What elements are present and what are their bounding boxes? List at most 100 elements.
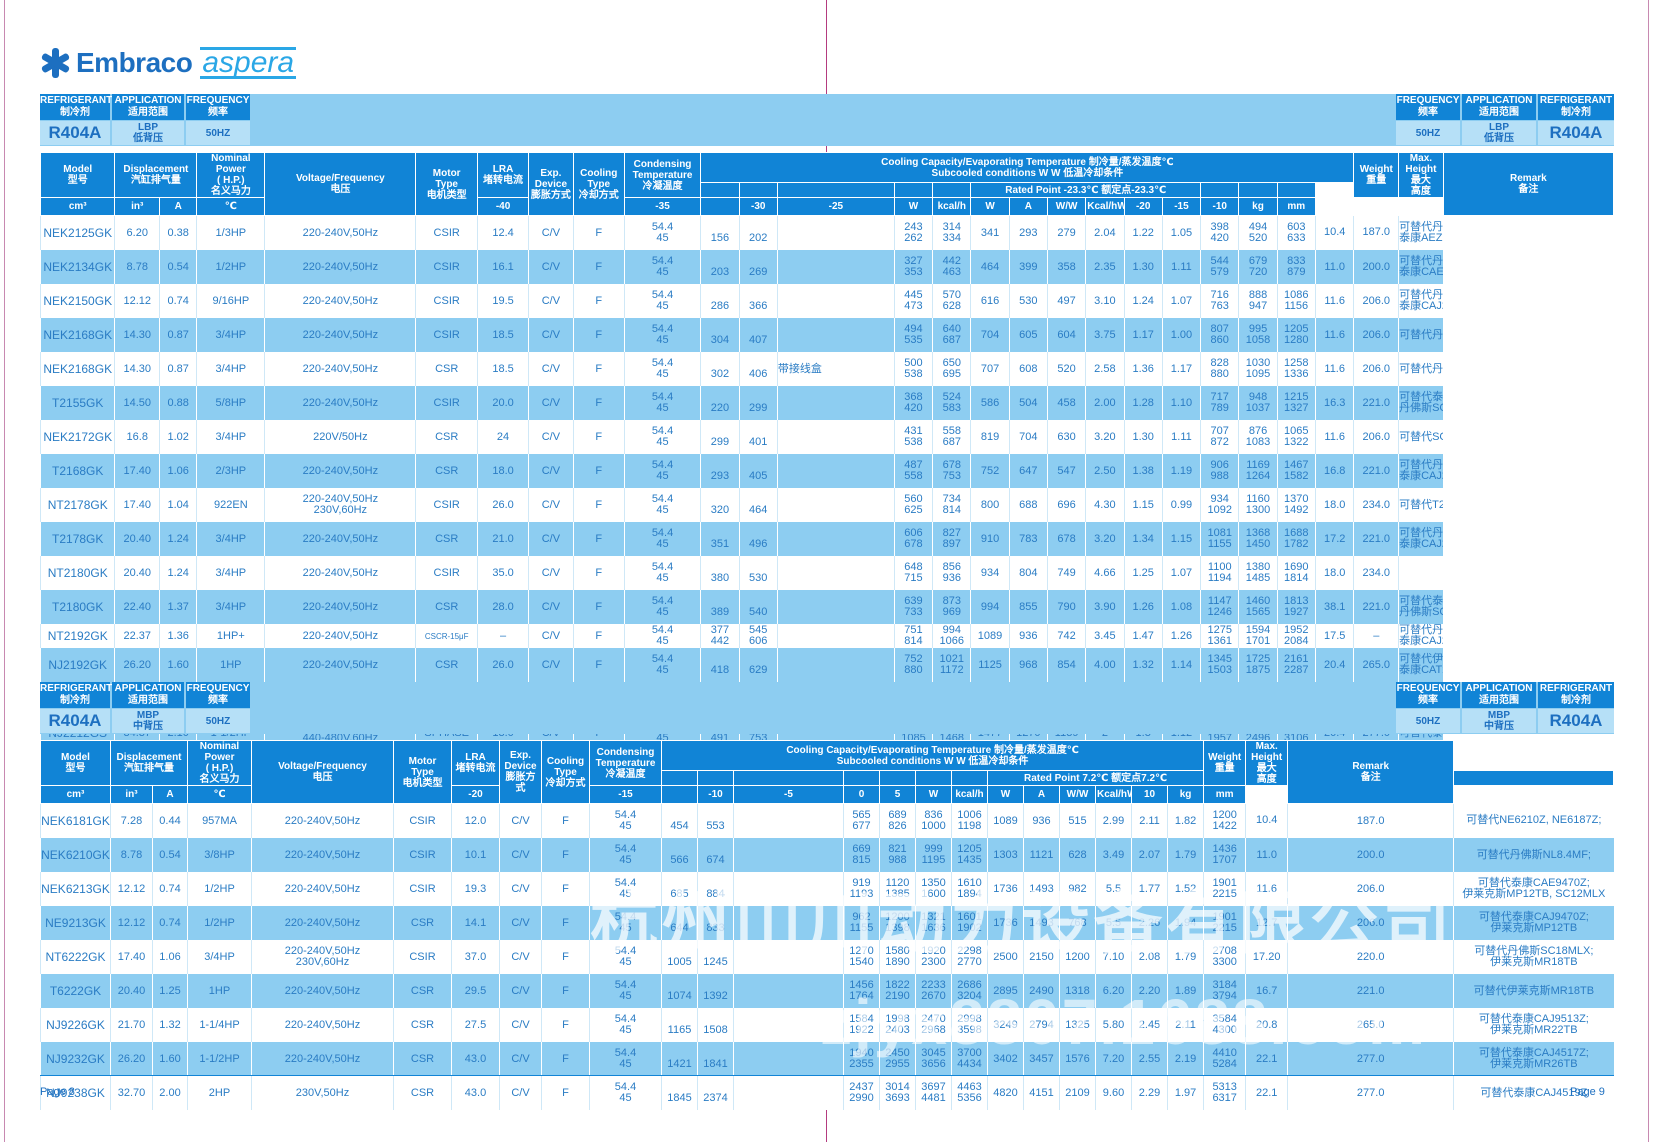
- cell-remark: 可替代丹佛斯SC12CL;泰康CAJ2428Z: [1398, 284, 1444, 318]
- cell-eer-ww: 1.77: [1131, 872, 1168, 906]
- temp-header-left-0: -20: [451, 785, 500, 804]
- cell-note: [776, 590, 895, 624]
- label-refrigerant-l: REFRIGERANT 制冷剂: [40, 682, 113, 708]
- capacity-subtitle: Subcooled conditions W W 低温冷却条件: [931, 167, 1124, 179]
- cell-temp-right-0: 1436 1707: [1203, 838, 1246, 872]
- cell-temp-right-0: 1901 2215: [1203, 872, 1246, 906]
- cell-current: 7.20: [1095, 1042, 1132, 1076]
- cell-eer-kcal: 1.17: [1161, 352, 1201, 386]
- temp-blank-mid: [893, 182, 934, 198]
- cell-lra: 18.5: [477, 352, 529, 386]
- cell-temp-3: 494 535: [893, 318, 933, 352]
- cell-hp: 957MA: [187, 803, 252, 838]
- cell-weight: 18.0: [1314, 556, 1354, 590]
- cell-temp-3: 445 473: [893, 284, 933, 318]
- cell-note: [733, 940, 844, 974]
- col-displacement: Displacement 汽缸排气量: [114, 152, 198, 198]
- cell-hp: 3/4HP: [196, 522, 265, 556]
- cell-height: 265.0: [1287, 1008, 1454, 1042]
- cell-remark: 可替代NE6210Z, NE6187Z;: [1453, 803, 1614, 838]
- cell-height: 206.0: [1353, 420, 1399, 454]
- table-row: NEK2150GK 12.12 0.74 9/16HP 220-240V,50Hz CSI…: [39, 284, 1614, 318]
- cell-temp-2: 2374: [697, 1076, 734, 1110]
- cell-height: 221.0: [1353, 454, 1399, 488]
- cell-exp: C/V: [499, 1076, 542, 1110]
- cell-condensing: 54.445: [589, 872, 662, 906]
- table-row: NEK6210GK 8.78 0.54 3/8HP 220-240V,50Hz CSIR 1…: [40, 838, 1614, 872]
- cell-remark: 可替代丹佛斯SC15CL;: [1398, 352, 1444, 386]
- cell-cooling-w: 3249: [987, 1008, 1024, 1042]
- cell-cooling-kcal: 608: [1008, 352, 1048, 386]
- cell-note: [733, 1076, 844, 1110]
- cell-eer-ww: 1.30: [1123, 420, 1163, 454]
- cell-cooling-kcal: 4151: [1023, 1076, 1060, 1110]
- cell-voltage: 220-240V,50Hz: [264, 250, 416, 284]
- table-row: NEK2134GK 8.78 0.54 1/2HP 220-240V,50Hz CSIR 1…: [39, 250, 1614, 284]
- cell-model: NJ9226GK: [40, 1008, 111, 1042]
- cell-remark: 可替代伊莱克斯MR18TB: [1453, 974, 1614, 1008]
- cell-eer-kcal: 2.11: [1166, 1008, 1204, 1042]
- capacity-title: Cooling Capacity/Evaporating Temperature…: [786, 744, 1079, 756]
- cell-cooling-kcal: 293: [1008, 215, 1048, 250]
- cell-cooling-w: 1089: [970, 624, 1010, 648]
- table-row: NJ9238GK 32.70 2.00 2HP 230V,50Hz CSR 43.0 C/V F…: [40, 1076, 1614, 1110]
- col-max-height: Max. Height 最大 高度: [1245, 740, 1289, 786]
- cell-temp-2: 299: [738, 386, 778, 420]
- cell-w-input: 520: [1046, 352, 1086, 386]
- unit-celsius: ℃: [187, 785, 252, 804]
- cell-model: NT2180GK: [39, 556, 115, 590]
- cell-w-input: 696: [1046, 488, 1086, 522]
- cell-model: NEK2168GK: [39, 318, 115, 352]
- cell-hp: 3/4HP: [196, 590, 265, 624]
- cell-motor: CSR: [415, 454, 478, 488]
- unit-cm3: cm³: [39, 197, 116, 216]
- cell-in3: 1.25: [152, 974, 188, 1008]
- cell-weight: 12.7: [1245, 906, 1288, 940]
- cell-condensing: 54.445: [623, 215, 701, 250]
- table-row: NJ9232GK 26.20 1.60 1-1/2HP 220-240V,50Hz CSR…: [40, 1042, 1614, 1076]
- cell-current: 3.45: [1085, 624, 1125, 648]
- cell-lra: 24: [477, 420, 529, 454]
- cell-temp-mid-0: 1270 1540: [843, 940, 880, 974]
- cell-temp-3: 639 733: [893, 590, 933, 624]
- cell-cm3: 17.40: [114, 454, 160, 488]
- unit-a: A: [159, 197, 198, 216]
- cell-temp-mid-2: 2470 2968: [915, 1008, 952, 1042]
- cell-note: [776, 454, 895, 488]
- cell-model: T2178GK: [39, 522, 115, 556]
- temp-blank-mid: [932, 182, 972, 198]
- cell-lra: 29.5: [451, 974, 500, 1008]
- cell-model: NT2178GK: [39, 488, 115, 522]
- capacity-subtitle: Subcooled conditions W W 低温冷却条件: [836, 755, 1029, 767]
- temp-blank-right: [1200, 182, 1240, 198]
- unit-celsius: ℃: [196, 197, 266, 216]
- cell-model: NEK6213GK: [40, 872, 111, 906]
- cell-remark: 可替代丹佛斯SC18CL;泰康CAJ2440Z: [1398, 522, 1444, 556]
- cell-motor: CSIR: [393, 838, 452, 872]
- cell-remark: 可替代丹佛斯SC15CL;: [1398, 318, 1444, 352]
- cell-temp-right-0: 1901 2215: [1203, 906, 1246, 940]
- cell-eer-kcal: 1.15: [1161, 522, 1201, 556]
- cell-temp-1: 156: [700, 215, 740, 250]
- cell-temp-6: 948 1037: [1238, 386, 1278, 420]
- cell-motor: CSIR: [415, 488, 478, 522]
- cell-temp-mid-0: 669 815: [843, 838, 880, 872]
- cell-lra: 28.0: [477, 590, 529, 624]
- cell-temp-7: 833 879: [1276, 250, 1316, 284]
- cell-cool: F: [572, 318, 625, 352]
- cell-cooling-w: 2500: [987, 940, 1024, 974]
- cell-hp: 922EN: [196, 488, 265, 522]
- col-rated-point: Rated Point -23.3℃ 额定点-23.3℃: [970, 182, 1202, 198]
- temp-header-right-0: -20: [1123, 197, 1163, 216]
- cell-exp: C/V: [528, 624, 574, 648]
- cell-note: [776, 556, 895, 590]
- cell-temp-1: 566: [661, 838, 698, 872]
- col-rated-point: Rated Point 7.2℃ 额定点7.2℃: [986, 770, 1205, 786]
- cell-exp: C/V: [528, 352, 574, 386]
- cell-temp-2: 496: [738, 522, 778, 556]
- value-application-l: LBP 低背压: [112, 121, 184, 145]
- cell-cooling-kcal: 704: [1008, 420, 1048, 454]
- cell-in3: 0.38: [159, 215, 197, 250]
- cell-condensing: 54.445: [589, 906, 662, 940]
- cell-cool: F: [541, 906, 590, 940]
